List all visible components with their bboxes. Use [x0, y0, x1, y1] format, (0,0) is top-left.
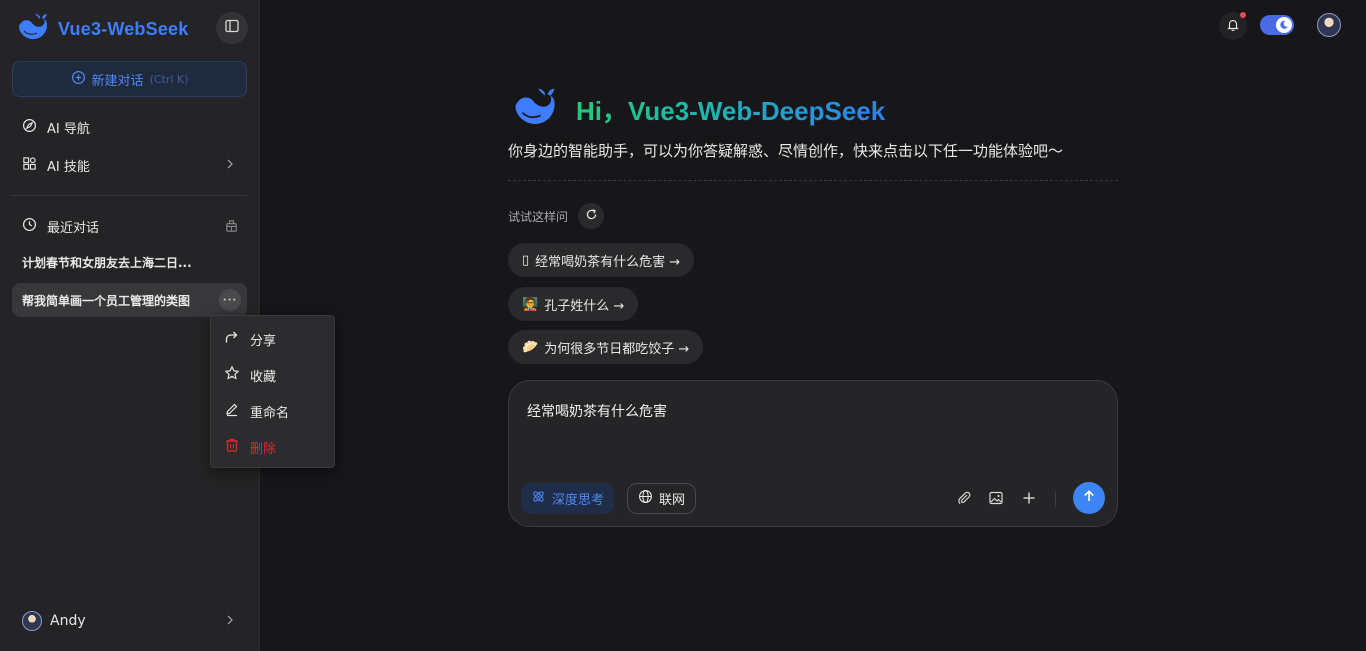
section-divider [508, 180, 1118, 181]
sidebar-item-ai-nav[interactable]: AI 导航 [12, 110, 247, 144]
try-asking-row: 试试这样问 [508, 203, 605, 229]
conversation-title: 计划春节和女朋友去上海二日... [22, 255, 192, 270]
apps-icon [22, 156, 37, 175]
menu-item-share[interactable]: 分享 [211, 321, 334, 357]
suggestion-label: 经常喝奶茶有什么危害 → [535, 254, 681, 270]
collapse-sidebar-button[interactable] [216, 12, 248, 44]
clear-history-icon[interactable] [224, 218, 239, 237]
conversation-item[interactable]: 计划春节和女朋友去上海二日... [12, 245, 247, 279]
recent-conversations-header: 最近对话 [12, 211, 247, 241]
whale-logo-icon [16, 12, 50, 46]
image-upload-icon[interactable] [987, 489, 1005, 507]
trash-icon [224, 437, 240, 457]
menu-item-delete[interactable]: 删除 [211, 429, 334, 465]
recent-heading: 最近对话 [47, 220, 100, 236]
menu-item-label: 重命名 [250, 405, 290, 421]
atom-icon [531, 489, 546, 508]
chevron-right-icon [223, 613, 237, 631]
suggestion-chip[interactable]: 🥟 为何很多节日都吃饺子 → [508, 330, 704, 364]
clock-icon [22, 217, 37, 236]
attach-file-icon[interactable] [955, 489, 973, 507]
try-asking-label: 试试这样问 [508, 209, 569, 224]
globe-icon [638, 489, 653, 508]
hero-subtitle: 你身边的智能助手，可以为你答疑解惑、尽情创作，快来点击以下任一功能体验吧～ [508, 142, 1064, 160]
sidebar-toggle-icon [224, 18, 240, 38]
star-icon [224, 365, 240, 385]
conversation-item-active[interactable]: 帮我简单画一个员工管理的类图 ··· [12, 283, 247, 317]
brand[interactable]: Vue3-WebSeek [16, 12, 188, 46]
menu-item-favorite[interactable]: 收藏 [211, 357, 334, 393]
moon-icon [1276, 17, 1292, 33]
plus-circle-icon [71, 70, 86, 89]
deep-think-toggle[interactable]: 深度思考 [521, 483, 615, 514]
theme-toggle[interactable] [1260, 15, 1294, 35]
edit-icon [224, 401, 240, 421]
whale-logo-icon [508, 86, 562, 132]
chevron-right-icon [223, 157, 237, 175]
message-composer[interactable]: 经常喝奶茶有什么危害 深度思考 联网 [508, 380, 1118, 527]
sidebar-item-label: AI 技能 [47, 159, 90, 175]
arrow-up-icon [1081, 488, 1097, 508]
suggestion-chip[interactable]: 🧑‍🏫 孔子姓什么 → [508, 287, 639, 321]
conversation-context-menu: 分享 收藏 重命名 删除 [210, 315, 335, 468]
app-title: Vue3-WebSeek [58, 18, 189, 39]
app-root: Vue3-WebSeek 新建对话 (Ctrl K) AI 导航 AI 技能 最… [0, 0, 1366, 651]
notification-dot [1240, 12, 1246, 18]
send-button[interactable] [1073, 482, 1105, 514]
new-chat-button[interactable]: 新建对话 (Ctrl K) [12, 61, 247, 97]
new-chat-label: 新建对话 [91, 73, 144, 89]
compass-icon [22, 118, 37, 137]
notifications-button[interactable] [1219, 12, 1247, 40]
conversation-title: 帮我简单画一个员工管理的类图 [22, 293, 191, 308]
sidebar-divider [12, 195, 247, 196]
menu-item-label: 分享 [250, 333, 277, 349]
refresh-suggestions-button[interactable] [578, 203, 605, 229]
plus-icon[interactable] [1020, 489, 1038, 507]
suggestion-label: 为何很多节日都吃饺子 → [544, 341, 690, 357]
sidebar-item-label: AI 导航 [47, 121, 90, 137]
bell-icon [1226, 17, 1240, 36]
user-name: Andy [50, 613, 86, 629]
web-search-toggle[interactable]: 联网 [627, 483, 697, 514]
suggestion-emoji: ▯ [522, 252, 530, 268]
menu-item-label: 收藏 [250, 369, 277, 385]
avatar [22, 611, 42, 631]
share-icon [224, 329, 240, 349]
hero-header: Hi，Vue3-Web-DeepSeek [508, 86, 885, 132]
refresh-icon [585, 208, 598, 224]
suggestion-chip[interactable]: ▯ 经常喝奶茶有什么危害 → [508, 243, 695, 277]
web-search-label: 联网 [659, 493, 686, 508]
suggestion-emoji: 🥟 [522, 339, 539, 355]
suggestion-emoji: 🧑‍🏫 [522, 296, 539, 312]
menu-item-rename[interactable]: 重命名 [211, 393, 334, 429]
new-chat-shortcut: (Ctrl K) [149, 72, 189, 86]
menu-item-label: 删除 [250, 441, 277, 457]
suggestion-label: 孔子姓什么 → [544, 298, 625, 314]
more-options-button[interactable]: ··· [219, 289, 241, 311]
avatar[interactable] [1317, 13, 1341, 37]
toolbar-separator [1055, 491, 1056, 507]
user-profile[interactable]: Andy [12, 604, 247, 638]
hero-title: Hi，Vue3-Web-DeepSeek [576, 91, 885, 128]
sidebar-item-ai-skills[interactable]: AI 技能 [12, 148, 247, 182]
deep-think-label: 深度思考 [552, 493, 605, 508]
message-input[interactable]: 经常喝奶茶有什么危害 [527, 401, 667, 421]
